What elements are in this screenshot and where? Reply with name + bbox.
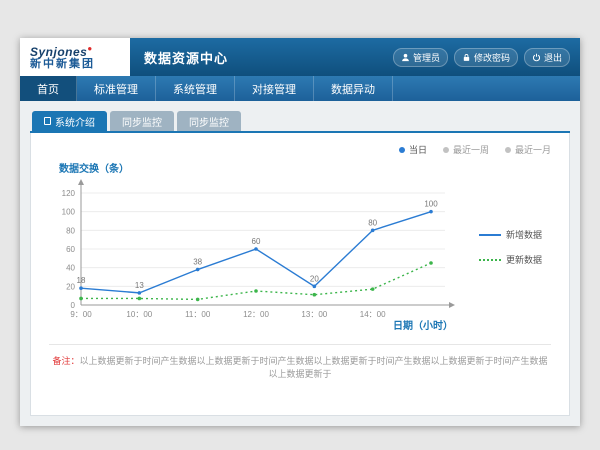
svg-text:9：00: 9：00 [70,310,92,319]
logout-button[interactable]: 退出 [524,48,570,67]
line-sample-solid-icon [479,234,501,236]
svg-text:100: 100 [62,208,76,217]
brand-text: Synjones● [30,43,130,58]
filter-last-week[interactable]: 最近一周 [443,143,489,156]
dot-icon [505,147,511,153]
legend-item-new-data[interactable]: 新增数据 [479,228,542,241]
svg-text:38: 38 [193,258,202,267]
change-password-button[interactable]: 修改密码 [454,48,518,67]
lock-icon [462,53,471,62]
dot-icon [399,147,405,153]
chart-panel: 当日 最近一周 最近一月 数据交换（条） 0 20 40 60 80 100 120 9：00… [30,133,570,416]
footnote-label: 备注： [52,356,79,366]
svg-text:0: 0 [71,301,76,310]
svg-text:80: 80 [66,226,75,235]
user-label: 管理员 [413,51,440,64]
tab-sync-monitor-2[interactable]: 同步监控 [177,111,241,131]
logout-label: 退出 [544,51,562,64]
svg-text:12：00: 12：00 [243,310,269,319]
svg-text:13：00: 13：00 [301,310,327,319]
footnote: 备注：以上数据更新于时间产生数据以上数据更新于时间产生数据以上数据更新于时间产生… [49,344,551,380]
nav-item-system-mgmt[interactable]: 系统管理 [156,76,235,101]
document-icon [44,117,51,125]
svg-text:20: 20 [310,274,319,283]
svg-text:80: 80 [368,218,377,227]
dot-icon [443,147,449,153]
nav-item-standard-mgmt[interactable]: 标准管理 [77,76,156,101]
nav-item-home[interactable]: 首页 [20,76,77,101]
svg-text:10：00: 10：00 [126,310,152,319]
filter-today[interactable]: 当日 [399,143,427,156]
range-filters: 当日 最近一周 最近一月 [41,139,559,158]
line-chart: 0 20 40 60 80 100 120 9：00 10：00 11：00 12：00 13：00 1… [41,177,477,327]
y-axis-title: 数据交换（条） [59,160,559,175]
footnote-text: 以上数据更新于时间产生数据以上数据更新于时间产生数据以上数据更新于时间产生数据以… [80,356,548,379]
chart-row: 0 20 40 60 80 100 120 9：00 10：00 11：00 12：00 13：00 1… [41,177,559,327]
change-password-label: 修改密码 [474,51,510,64]
line-sample-dotted-icon [479,259,501,261]
page-title: 数据资源中心 [144,48,228,67]
user-icon [401,53,410,62]
header-actions: 管理员 修改密码 退出 [393,48,570,67]
svg-text:60: 60 [252,237,261,246]
legend-item-updated-data[interactable]: 更新数据 [479,253,542,266]
nav-item-data-change[interactable]: 数据异动 [314,76,393,101]
svg-text:18: 18 [77,276,86,285]
svg-text:11：00: 11：00 [185,310,211,319]
tab-system-intro[interactable]: 系统介绍 [32,111,107,131]
main-nav: 首页 标准管理 系统管理 对接管理 数据异动 [20,76,580,101]
tab-bar: 系统介绍 同步监控 同步监控 [30,111,570,133]
svg-text:100: 100 [424,200,438,209]
tab-sync-monitor-1[interactable]: 同步监控 [110,111,174,131]
svg-text:14：00: 14：00 [360,310,386,319]
filter-last-month[interactable]: 最近一月 [505,143,551,156]
power-icon [532,53,541,62]
desktop-background: Synjones● 新中新集团 数据资源中心 管理员 修改密码 [0,0,600,450]
brand-subtext: 新中新集团 [30,58,130,71]
header-bar: 数据资源中心 管理员 修改密码 退出 [130,38,580,76]
user-button[interactable]: 管理员 [393,48,448,67]
logo[interactable]: Synjones● 新中新集团 [20,38,130,76]
svg-text:120: 120 [62,189,76,198]
series-legend: 新增数据 更新数据 [479,228,542,266]
logo-dot-icon: ● [87,44,92,53]
svg-text:40: 40 [66,264,75,273]
nav-item-connect-mgmt[interactable]: 对接管理 [235,76,314,101]
app-window: Synjones● 新中新集团 数据资源中心 管理员 修改密码 [20,38,580,426]
svg-text:60: 60 [66,245,75,254]
svg-text:20: 20 [66,282,75,291]
app-header: Synjones● 新中新集团 数据资源中心 管理员 修改密码 [20,38,580,76]
svg-text:13: 13 [135,281,144,290]
content-area: 系统介绍 同步监控 同步监控 当日 最近一周 最近一月 数据交换（条） 0 20 4… [20,101,580,426]
